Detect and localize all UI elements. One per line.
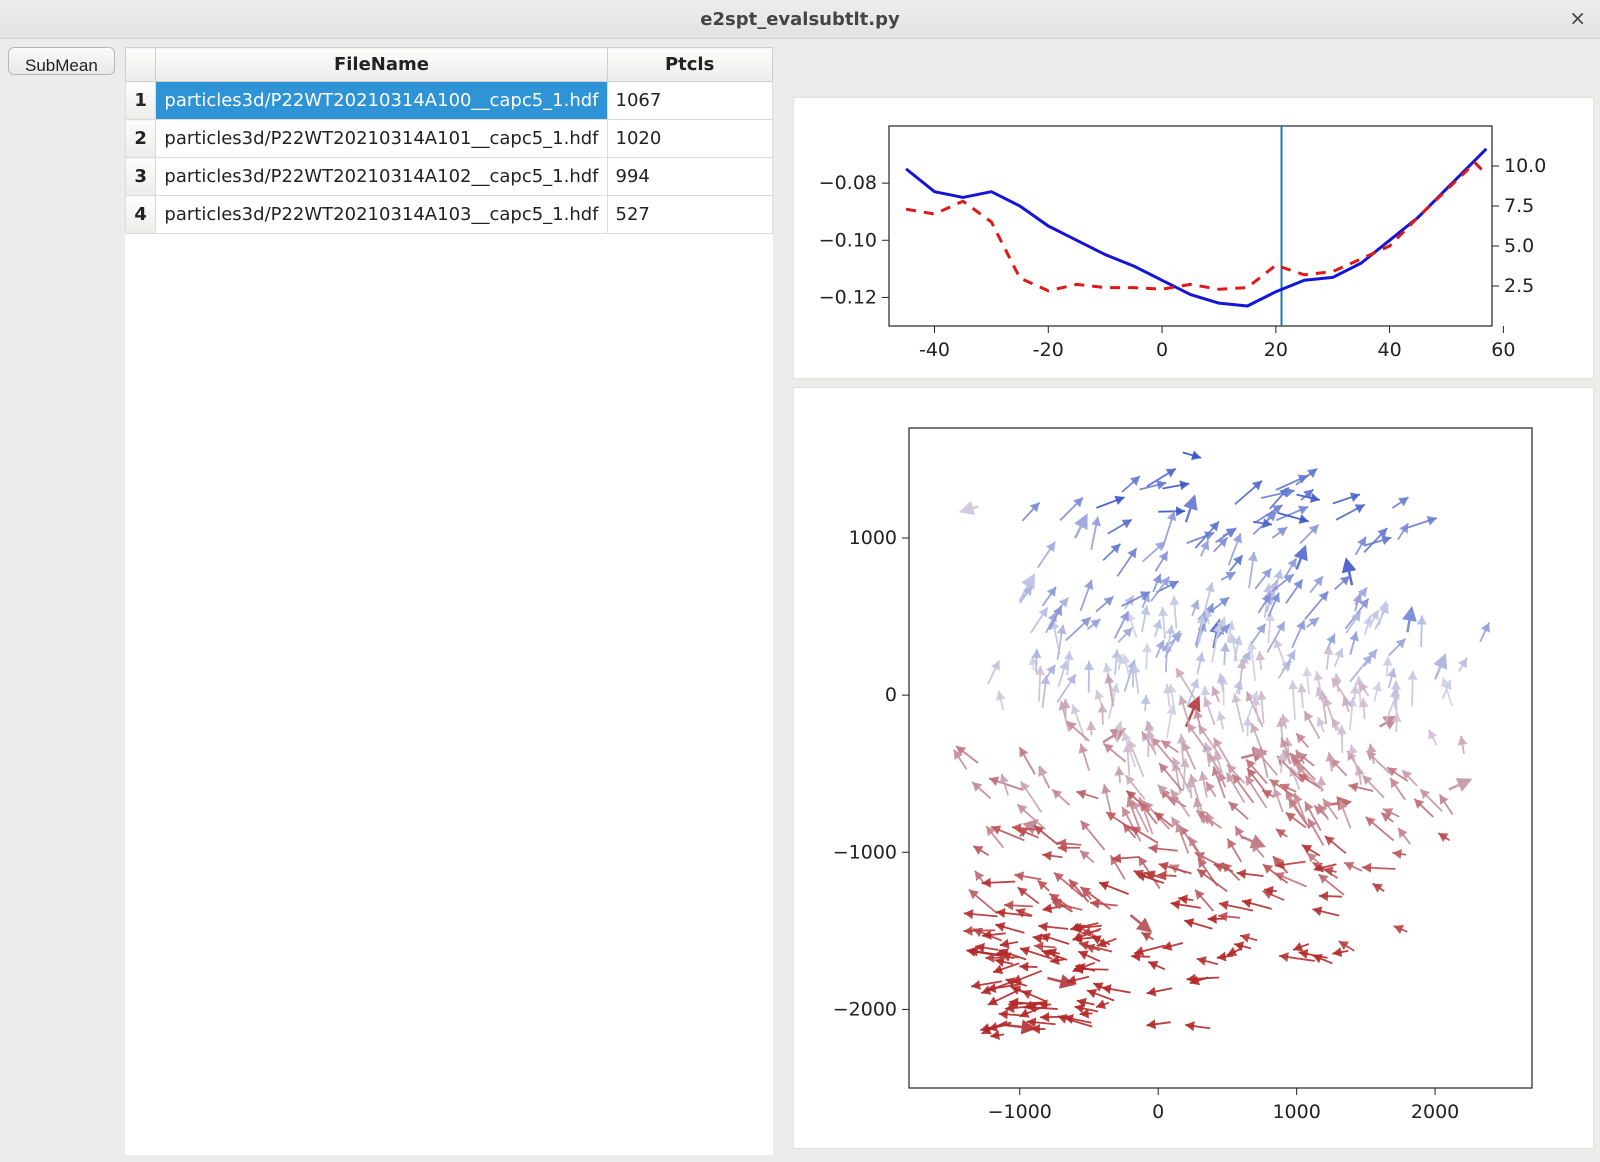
svg-text:1000: 1000 — [1272, 1101, 1320, 1123]
svg-text:−1000: −1000 — [987, 1101, 1051, 1123]
svg-text:10.0: 10.0 — [1504, 155, 1546, 177]
svg-text:7.5: 7.5 — [1504, 195, 1534, 217]
svg-text:−1000: −1000 — [833, 841, 897, 863]
col-header-index[interactable] — [125, 48, 156, 82]
row-filename[interactable]: particles3d/P22WT20210314A103__capc5_1.h… — [156, 196, 607, 234]
submean-button[interactable]: SubMean — [8, 47, 115, 75]
row-index: 1 — [125, 82, 156, 120]
titlebar: e2spt_evalsubtlt.py × — [0, 0, 1600, 39]
line-plot-panel[interactable]: -40 -20 0 20 40 60 −0.08 −0.10 −0.12 2.5 5.0 7.5 10.… — [793, 97, 1594, 379]
svg-text:0: 0 — [1156, 339, 1168, 361]
svg-text:40: 40 — [1377, 339, 1401, 361]
svg-text:-20: -20 — [1033, 339, 1064, 361]
svg-text:60: 60 — [1491, 339, 1515, 361]
svg-text:−2000: −2000 — [833, 998, 897, 1020]
svg-text:−0.08: −0.08 — [819, 172, 877, 194]
svg-text:2.5: 2.5 — [1504, 275, 1534, 297]
svg-text:2000: 2000 — [1411, 1101, 1459, 1123]
quiver-plot[interactable]: −1000 0 1000 2000 −2000 −1000 0 1000 — [794, 388, 1562, 1148]
table-row[interactable]: 3particles3d/P22WT20210314A102__capc5_1.… — [125, 158, 772, 196]
table-row[interactable]: 1particles3d/P22WT20210314A100__capc5_1.… — [125, 82, 772, 120]
svg-text:−0.12: −0.12 — [819, 286, 877, 308]
line-plot[interactable]: -40 -20 0 20 40 60 −0.08 −0.10 −0.12 2.5 5.0 7.5 10.… — [794, 98, 1562, 378]
row-ptcls: 1067 — [607, 82, 772, 120]
right-column: -40 -20 0 20 40 60 −0.08 −0.10 −0.12 2.5 5.0 7.5 10.… — [773, 47, 1598, 1155]
svg-text:0: 0 — [1152, 1101, 1164, 1123]
row-index: 3 — [125, 158, 156, 196]
row-filename[interactable]: particles3d/P22WT20210314A102__capc5_1.h… — [156, 158, 607, 196]
col-header-filename[interactable]: FileName — [156, 48, 607, 82]
row-ptcls: 994 — [607, 158, 772, 196]
svg-text:5.0: 5.0 — [1504, 235, 1534, 257]
svg-text:−0.10: −0.10 — [819, 229, 877, 251]
row-filename[interactable]: particles3d/P22WT20210314A100__capc5_1.h… — [156, 82, 607, 120]
file-table[interactable]: FileName Ptcls 1particles3d/P22WT2021031… — [125, 47, 773, 234]
left-column: SubMean FileName Ptcls 1particles3d/P22W… — [8, 47, 773, 1155]
col-header-ptcls[interactable]: Ptcls — [607, 48, 772, 82]
table-row[interactable]: 2particles3d/P22WT20210314A101__capc5_1.… — [125, 120, 772, 158]
close-icon[interactable]: × — [1569, 8, 1586, 28]
file-table-container: FileName Ptcls 1particles3d/P22WT2021031… — [125, 47, 773, 1155]
svg-text:20: 20 — [1264, 339, 1288, 361]
quiver-plot-panel[interactable]: −1000 0 1000 2000 −2000 −1000 0 1000 — [793, 387, 1594, 1149]
svg-text:-40: -40 — [919, 339, 950, 361]
row-index: 2 — [125, 120, 156, 158]
svg-text:0: 0 — [885, 684, 897, 706]
table-empty-area — [125, 234, 773, 1155]
row-ptcls: 527 — [607, 196, 772, 234]
row-ptcls: 1020 — [607, 120, 772, 158]
workspace: SubMean FileName Ptcls 1particles3d/P22W… — [0, 39, 1600, 1162]
table-row[interactable]: 4particles3d/P22WT20210314A103__capc5_1.… — [125, 196, 772, 234]
window-title: e2spt_evalsubtlt.py — [700, 9, 899, 30]
row-index: 4 — [125, 196, 156, 234]
svg-text:1000: 1000 — [848, 527, 896, 549]
row-filename[interactable]: particles3d/P22WT20210314A101__capc5_1.h… — [156, 120, 607, 158]
